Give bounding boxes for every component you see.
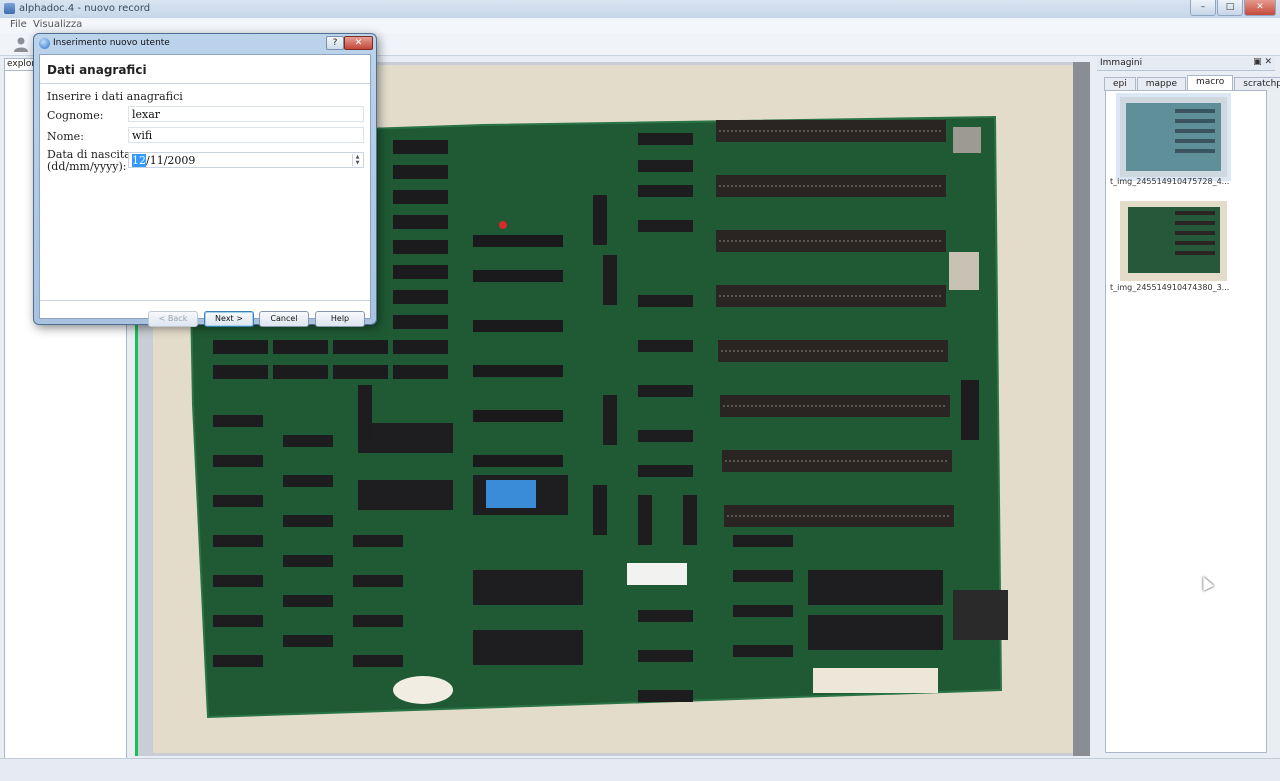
dialog-heading: Dati anagrafici xyxy=(47,63,147,77)
app-icon xyxy=(4,3,15,14)
new-user-dialog: Inserimento nuovo utente ? ✕ Dati anagra… xyxy=(33,33,377,327)
surname-field[interactable]: lexar xyxy=(128,106,364,122)
birthdate-day-selected: 12 xyxy=(132,154,146,167)
tab-mappe[interactable]: mappe xyxy=(1136,77,1187,91)
minimize-button[interactable]: – xyxy=(1190,0,1216,16)
menu-file[interactable]: File xyxy=(10,19,27,30)
name-label: Nome: xyxy=(47,130,84,143)
dialog-separator xyxy=(40,83,370,84)
help-button[interactable]: Help xyxy=(315,311,365,327)
tab-epi[interactable]: epi xyxy=(1104,77,1136,91)
images-panel: t_img_245514910475728_4... t_img_2455149… xyxy=(1105,90,1267,753)
dialog-app-icon xyxy=(39,38,50,49)
back-button[interactable]: < Back xyxy=(148,311,198,327)
images-panel-header: Immagini ▣ ✕ xyxy=(1097,57,1275,71)
panel-controls[interactable]: ▣ ✕ xyxy=(1253,57,1272,67)
dialog-subheading: Inserire i dati anagrafici xyxy=(47,90,183,103)
images-panel-title: Immagini xyxy=(1100,58,1143,68)
thumbnail-1-caption: t_img_245514910475728_4... xyxy=(1110,177,1230,186)
name-field[interactable]: wifi xyxy=(128,127,364,143)
menu-visualizza[interactable]: Visualizza xyxy=(33,19,82,30)
date-spinner[interactable]: ▲ ▼ xyxy=(352,154,362,166)
thumbnail-2-caption: t_img_245514910474380_3... xyxy=(1110,283,1230,292)
dialog-footer-separator xyxy=(40,300,370,301)
images-tabs: epi mappe macro scratchpad xyxy=(1104,75,1280,91)
viewer-scrollbar[interactable] xyxy=(1073,62,1090,756)
birthdate-rest: /11/2009 xyxy=(146,154,196,167)
birthdate-label: Data di nascita (dd/mm/yyyy): xyxy=(47,149,131,173)
menu-bar: File Visualizza xyxy=(0,18,1280,34)
window-title: alphadoc.4 - nuovo record xyxy=(19,3,151,14)
tab-scratchpad[interactable]: scratchpad xyxy=(1234,77,1280,91)
cancel-button[interactable]: Cancel xyxy=(259,311,309,327)
dialog-body: Dati anagrafici Inserire i dati anagrafi… xyxy=(39,54,371,327)
thumbnail-2[interactable] xyxy=(1120,201,1227,281)
maximize-button[interactable]: □ xyxy=(1217,0,1243,16)
birthdate-label-line2: (dd/mm/yyyy): xyxy=(47,160,127,173)
dialog-close-button[interactable]: ✕ xyxy=(344,36,373,50)
surname-label: Cognome: xyxy=(47,109,104,122)
window-controls: – □ ✕ xyxy=(1190,0,1276,16)
status-bar xyxy=(0,758,1280,781)
close-button[interactable]: ✕ xyxy=(1244,0,1276,16)
thumbnail-1[interactable] xyxy=(1116,93,1231,181)
birthdate-field[interactable]: 12/11/2009 ▲ ▼ xyxy=(128,152,364,168)
window-titlebar: alphadoc.4 - nuovo record – □ ✕ xyxy=(0,0,1280,19)
user-icon[interactable] xyxy=(12,36,30,52)
next-button[interactable]: Next > xyxy=(204,311,254,327)
dialog-help-button[interactable]: ? xyxy=(326,36,344,50)
tab-macro[interactable]: macro xyxy=(1187,75,1234,91)
dialog-title: Inserimento nuovo utente xyxy=(53,38,170,48)
